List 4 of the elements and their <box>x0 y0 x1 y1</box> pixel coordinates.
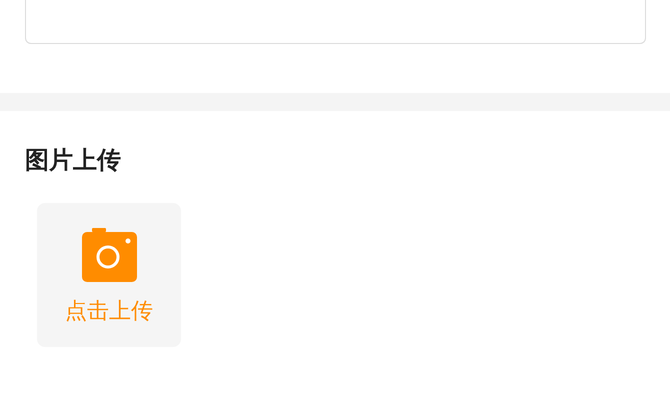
input-field[interactable] <box>25 0 646 44</box>
upload-button[interactable]: 点击上传 <box>37 203 181 347</box>
camera-icon <box>82 228 136 282</box>
section-title: 图片上传 <box>25 145 121 176</box>
